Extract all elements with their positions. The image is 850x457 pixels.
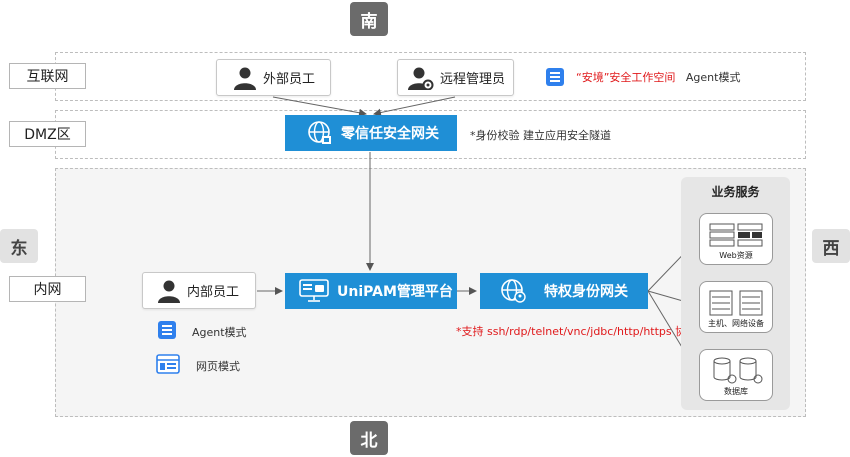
external-staff-label: 外部员工 bbox=[263, 72, 316, 87]
external-staff-node: 外部员工 bbox=[216, 59, 331, 96]
workspace-name: “安境”安全工作空间 bbox=[576, 71, 676, 84]
service-web: Web资源 bbox=[699, 213, 773, 265]
unipam-node: UniPAM管理平台 bbox=[285, 273, 457, 309]
remote-admin-node: 远程管理员 bbox=[397, 59, 514, 96]
console-icon bbox=[299, 279, 329, 303]
protocols-note: *支持 ssh/rdp/telnet/vnc/jdbc/http/https 协… bbox=[456, 325, 698, 338]
unipam-label: UniPAM管理平台 bbox=[337, 284, 453, 300]
service-hosts: 主机、网络设备 bbox=[699, 281, 773, 333]
service-web-label: Web资源 bbox=[719, 251, 753, 260]
remote-admin-label: 远程管理员 bbox=[440, 72, 506, 87]
user-icon bbox=[233, 66, 257, 90]
internal-staff-node: 内部员工 bbox=[142, 272, 256, 309]
services-title: 业务服务 bbox=[711, 185, 760, 199]
server-rack-icon bbox=[708, 222, 766, 248]
agent-mode-label: Agent模式 bbox=[192, 326, 247, 339]
web-mode-label: 网页模式 bbox=[196, 360, 240, 373]
internal-user-icon bbox=[157, 279, 181, 303]
workspace-note: “安境”安全工作空间 Agent模式 bbox=[576, 69, 740, 85]
admin-user-icon bbox=[408, 66, 434, 90]
agent-mode-icon bbox=[157, 320, 177, 340]
privileged-gateway-node: 特权身份网关 bbox=[480, 273, 648, 309]
service-db-label: 数据库 bbox=[724, 387, 748, 396]
service-db: 数据库 bbox=[699, 349, 773, 401]
zero-trust-gateway-node: 零信任安全网关 bbox=[285, 115, 457, 151]
globe-user-icon bbox=[500, 278, 526, 304]
service-hosts-label: 主机、网络设备 bbox=[708, 319, 764, 328]
privileged-gateway-label: 特权身份网关 bbox=[544, 284, 628, 300]
internal-staff-label: 内部员工 bbox=[187, 285, 240, 300]
workspace-agent-mode: Agent模式 bbox=[685, 71, 741, 84]
database-icon bbox=[708, 355, 766, 385]
globe-lock-icon bbox=[307, 120, 333, 146]
web-mode-icon bbox=[156, 354, 180, 374]
host-server-icon bbox=[708, 289, 766, 317]
gateway-note: *身份校验 建立应用安全隧道 bbox=[470, 129, 611, 142]
workspace-shield-icon bbox=[545, 67, 565, 87]
zero-trust-gateway-label: 零信任安全网关 bbox=[341, 126, 439, 142]
